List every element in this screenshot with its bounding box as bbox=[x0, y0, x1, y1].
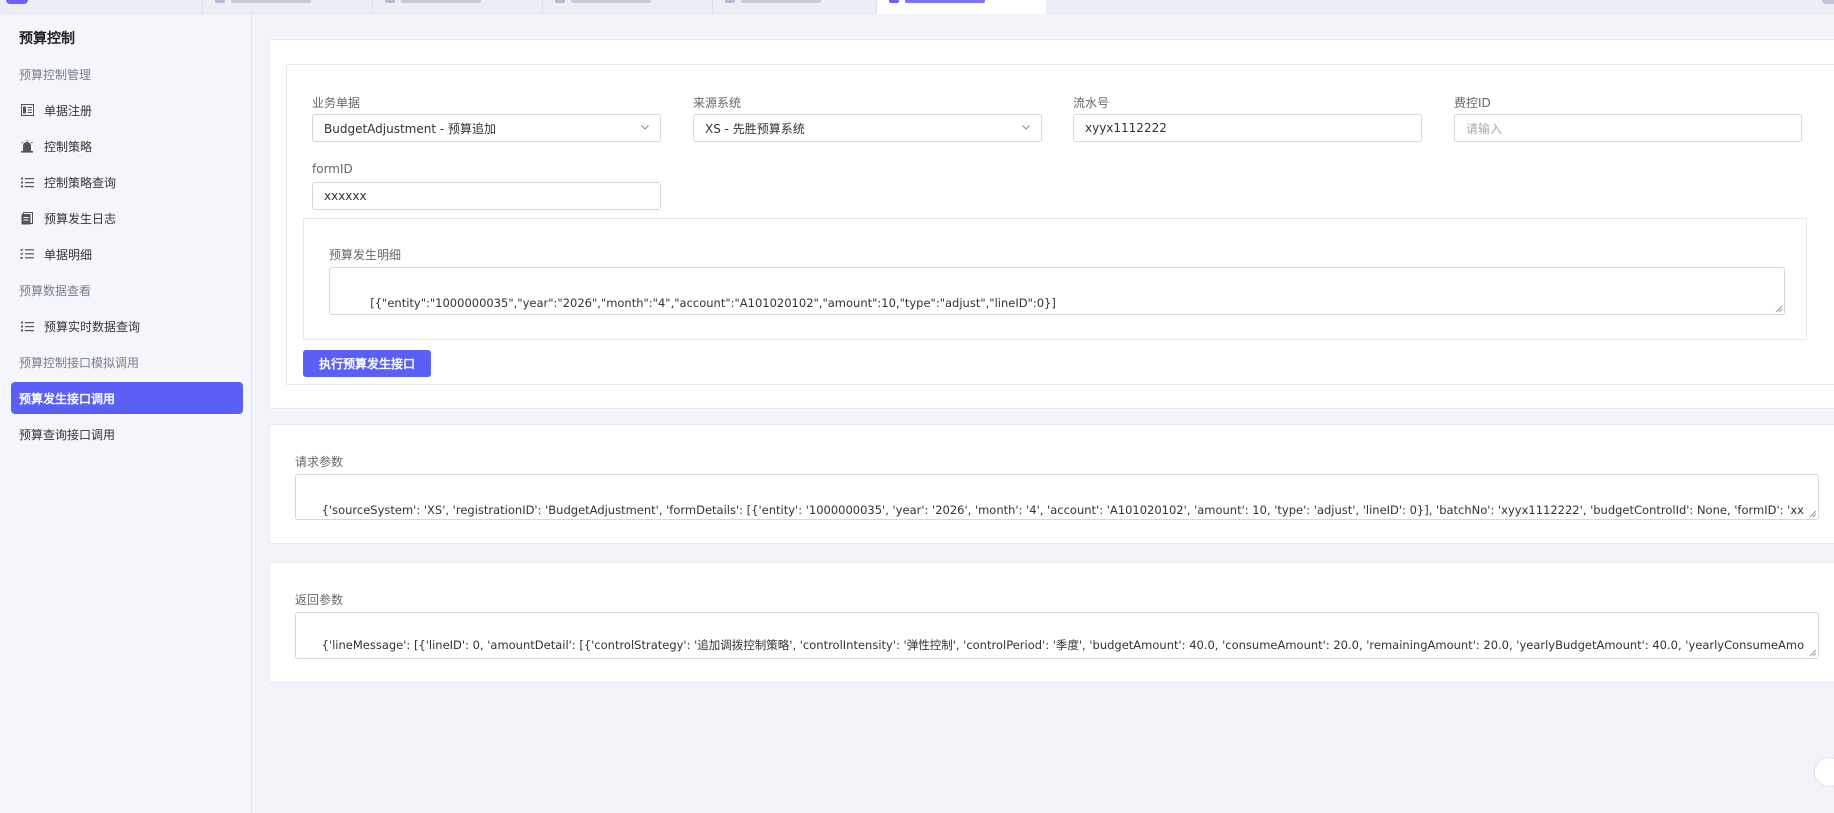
source-system-select[interactable]: XS - 先胜预算系统 bbox=[693, 114, 1042, 142]
list-icon bbox=[20, 175, 34, 189]
sidebar-item-budget-query-call[interactable]: 预算查询接口调用 bbox=[11, 418, 243, 450]
response-label: 返回参数 bbox=[295, 593, 344, 607]
resize-grip-icon[interactable] bbox=[1809, 649, 1817, 657]
tab-4[interactable] bbox=[712, 0, 882, 14]
form-card: 业务单据 BudgetAdjustment - 预算追加 来源系统 XS - 先… bbox=[269, 39, 1834, 409]
sidebar-title: 预算控制 bbox=[19, 31, 75, 47]
doc-register-icon bbox=[20, 103, 34, 117]
request-card: 请求参数 {'sourceSystem': 'XS', 'registratio… bbox=[269, 424, 1834, 544]
sidebar-item-label: 预算发生接口调用 bbox=[19, 391, 116, 406]
sidebar-group-management: 预算控制管理 bbox=[19, 68, 92, 82]
request-label: 请求参数 bbox=[295, 455, 344, 469]
resize-grip-icon[interactable] bbox=[1809, 510, 1817, 518]
resize-grip-icon[interactable] bbox=[1775, 305, 1783, 313]
app-logo-icon bbox=[6, 0, 28, 4]
sidebar-item-strategy-query[interactable]: 控制策略查询 bbox=[11, 166, 243, 198]
list-icon bbox=[20, 319, 34, 333]
sidebar-group-simulation: 预算控制接口模拟调用 bbox=[19, 356, 140, 370]
top-tab-bar bbox=[0, 0, 1834, 14]
tab-icon bbox=[215, 0, 225, 3]
sidebar-item-doc-register[interactable]: 单据注册 bbox=[11, 94, 243, 126]
sidebar-item-label: 预算发生日志 bbox=[44, 211, 117, 226]
sidebar: 预算控制 预算控制管理 单据注册 控制策略 控制策略查询 预算发生日志 单据明细… bbox=[0, 14, 252, 813]
form-id-input[interactable]: xxxxxx bbox=[312, 182, 661, 210]
detail-label: 预算发生明细 bbox=[329, 248, 402, 262]
tab-3[interactable] bbox=[542, 0, 712, 14]
sidebar-item-label: 单据明细 bbox=[44, 247, 93, 262]
detail-textarea[interactable]: [{"entity":"1000000035","year":"2026","m… bbox=[329, 267, 1785, 315]
serial-no-label: 流水号 bbox=[1073, 96, 1110, 110]
sidebar-item-doc-detail[interactable]: 单据明细 bbox=[11, 238, 243, 270]
strategy-icon bbox=[20, 139, 34, 153]
form-inner-card: 业务单据 BudgetAdjustment - 预算追加 来源系统 XS - 先… bbox=[286, 64, 1834, 385]
tab-icon bbox=[555, 0, 565, 3]
sidebar-item-label: 单据注册 bbox=[44, 103, 93, 118]
sidebar-item-label: 预算查询接口调用 bbox=[19, 427, 116, 442]
chevron-down-icon bbox=[1022, 125, 1030, 130]
budget-control-id-label: 费控ID bbox=[1454, 96, 1491, 110]
response-card: 返回参数 {'lineMessage': [{'lineID': 0, 'amo… bbox=[269, 562, 1834, 683]
serial-no-input[interactable]: xyyx1112222 bbox=[1073, 114, 1422, 142]
floating-help-button[interactable] bbox=[1814, 757, 1834, 787]
business-doc-label: 业务单据 bbox=[312, 96, 361, 110]
sidebar-item-label: 控制策略 bbox=[44, 139, 93, 154]
tab-icon bbox=[725, 0, 735, 3]
sidebar-item-budget-log[interactable]: 预算发生日志 bbox=[11, 202, 243, 234]
sidebar-group-data: 预算数据查看 bbox=[19, 284, 92, 298]
form-id-label: formID bbox=[312, 162, 353, 176]
tab-2[interactable] bbox=[372, 0, 542, 14]
detail-section: 预算发生明细 [{"entity":"1000000035","year":"2… bbox=[303, 218, 1807, 340]
tab-icon bbox=[385, 0, 395, 3]
source-system-label: 来源系统 bbox=[693, 96, 742, 110]
sidebar-item-label: 预算实时数据查询 bbox=[44, 319, 141, 334]
sidebar-item-budget-occur-call[interactable]: 预算发生接口调用 bbox=[11, 382, 243, 414]
avatar[interactable] bbox=[1822, 0, 1834, 4]
business-doc-select[interactable]: BudgetAdjustment - 预算追加 bbox=[312, 114, 661, 142]
log-icon bbox=[20, 211, 34, 225]
budget-control-id-input[interactable]: 请输入 bbox=[1454, 114, 1802, 142]
sidebar-item-label: 控制策略查询 bbox=[44, 175, 117, 190]
sidebar-item-realtime-query[interactable]: 预算实时数据查询 bbox=[11, 310, 243, 342]
tab-1[interactable] bbox=[202, 0, 372, 14]
execute-budget-occur-button[interactable]: 执行预算发生接口 bbox=[303, 350, 431, 377]
tab-active[interactable] bbox=[876, 0, 1046, 14]
tab-icon bbox=[889, 0, 899, 3]
request-textarea[interactable]: {'sourceSystem': 'XS', 'registrationID':… bbox=[295, 474, 1819, 520]
response-textarea[interactable]: {'lineMessage': [{'lineID': 0, 'amountDe… bbox=[295, 612, 1819, 659]
detail-list-icon bbox=[20, 247, 34, 261]
sidebar-item-strategy[interactable]: 控制策略 bbox=[11, 130, 243, 162]
chevron-down-icon bbox=[641, 125, 649, 130]
